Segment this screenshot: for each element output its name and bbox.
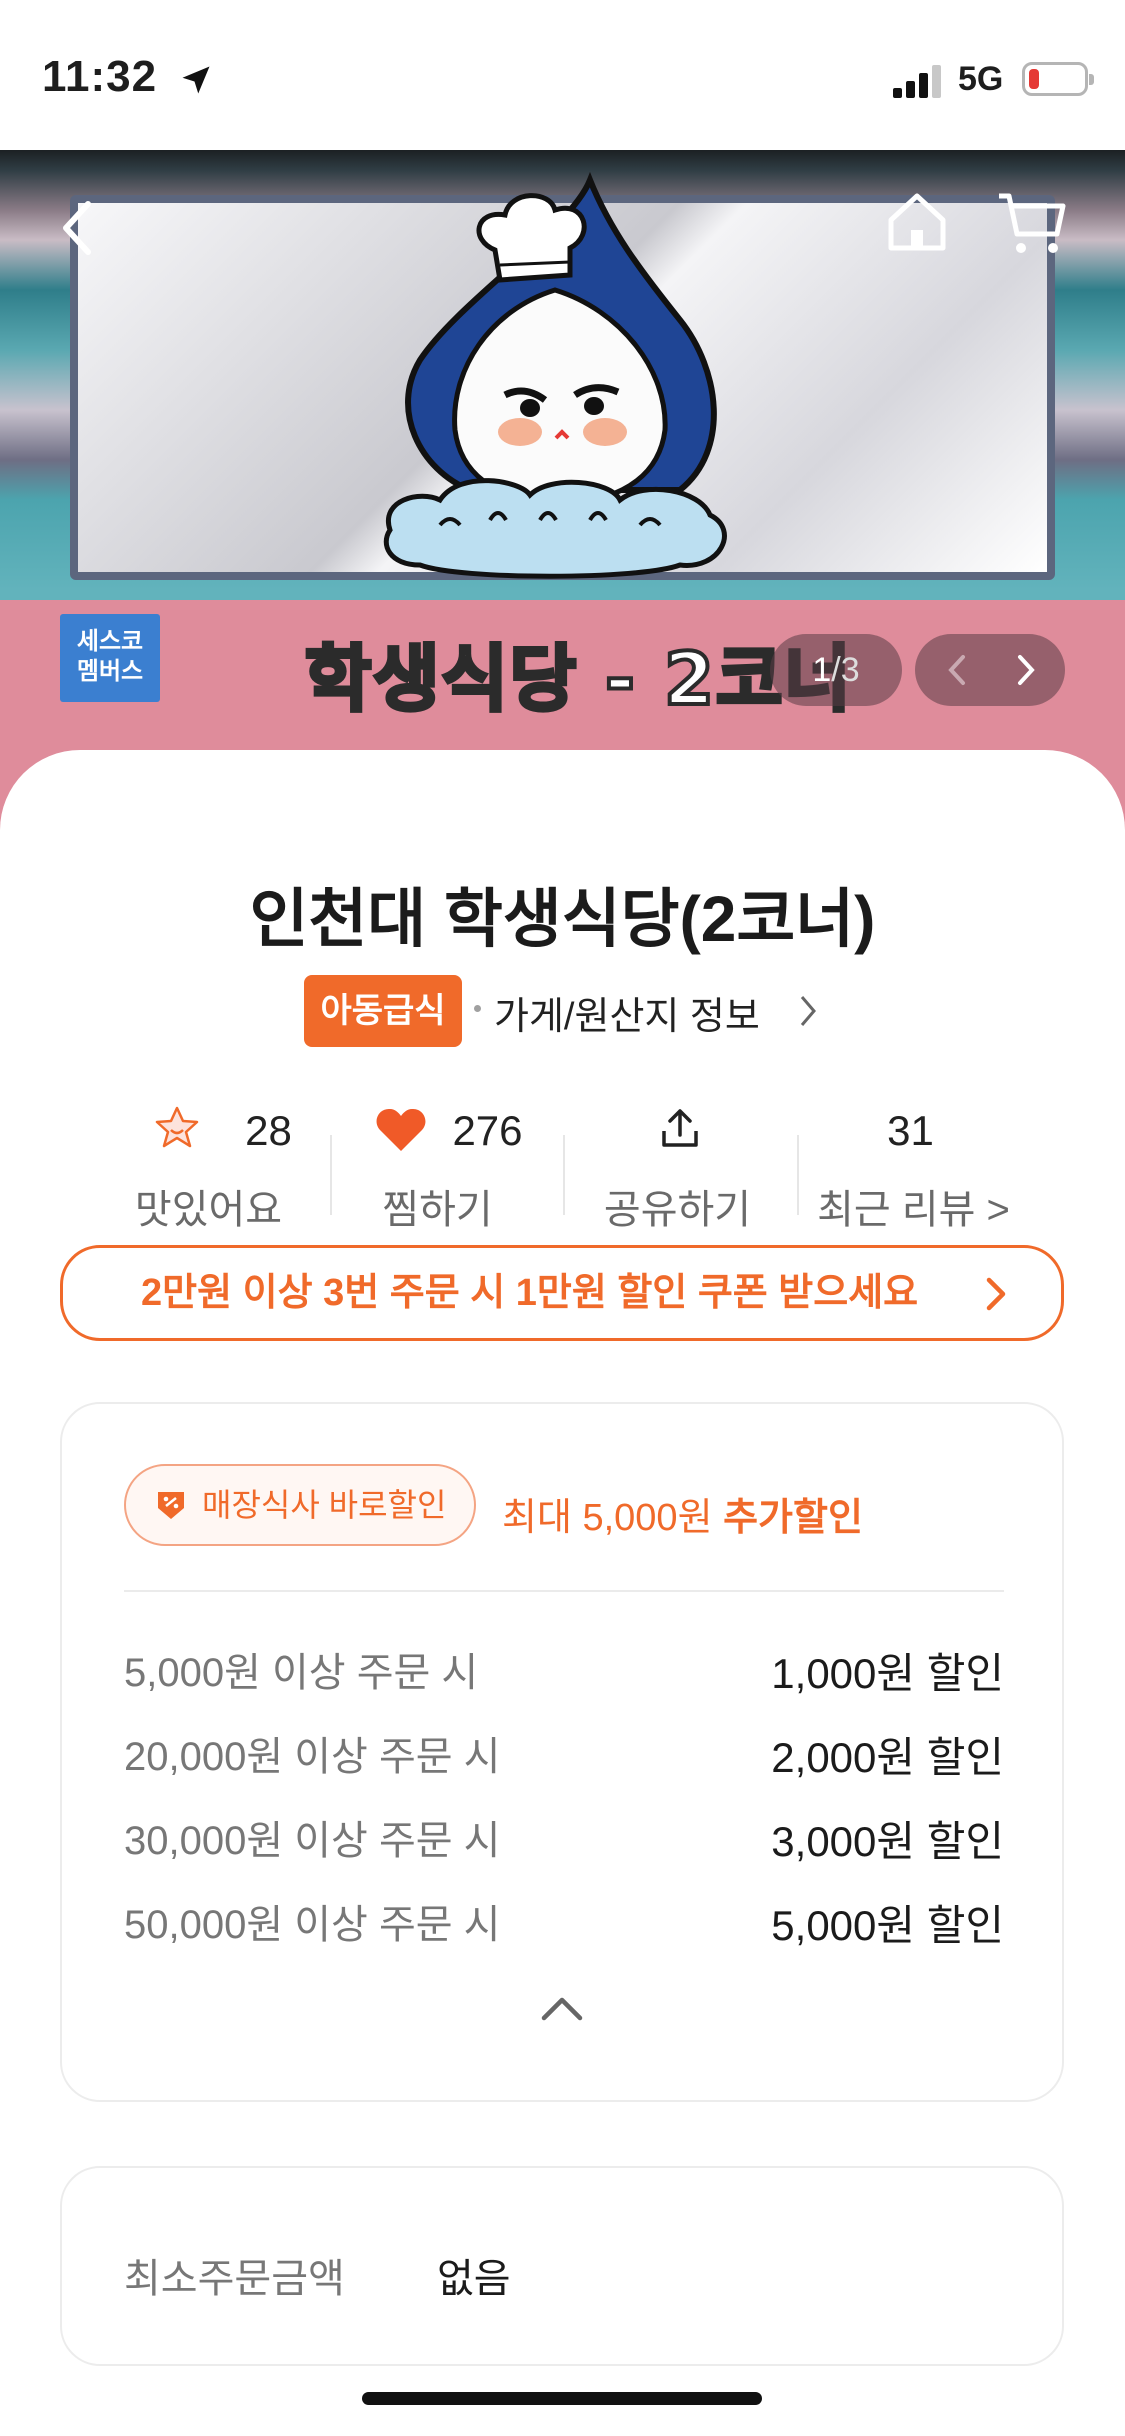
discount-tier: 30,000원 이상 주문 시 3,000원 할인	[124, 1808, 1004, 1868]
stat-favorite[interactable]: 276 찜하기	[330, 1095, 565, 1235]
favorite-label: 찜하기	[382, 1188, 493, 1232]
dot-separator	[474, 1005, 481, 1012]
stat-tasty[interactable]: 28 맛있어요	[96, 1095, 331, 1235]
tasty-label: 맛있어요	[134, 1188, 283, 1232]
tier-amount: 1,000원 할인	[771, 1650, 1004, 1697]
store-detail-sheet: 인천대 학생식당(2코너) 아동급식 가게/원산지 정보 28 맛있어요 276…	[0, 750, 1125, 2436]
prev-icon[interactable]	[943, 652, 973, 688]
tier-amount: 5,000원 할인	[771, 1902, 1004, 1949]
next-icon[interactable]	[1010, 652, 1040, 688]
max-discount-prefix: 최대 5,000원	[502, 1497, 724, 1539]
dine-in-discount-tag: 매장식사 바로할인	[124, 1464, 476, 1546]
image-pager: 1/3	[770, 634, 902, 706]
review-label: 최근 리뷰 >	[817, 1188, 1010, 1232]
home-indicator[interactable]	[362, 2392, 762, 2405]
discount-tier: 50,000원 이상 주문 시 5,000원 할인	[124, 1892, 1004, 1952]
pager-total: /3	[831, 651, 860, 689]
coupon-banner-text: 2만원 이상 3번 주문 시 1만원 할인 쿠폰 받으세요	[141, 1272, 919, 1314]
status-bar: 11:32 5G	[0, 0, 1125, 150]
min-order-value: 없음	[437, 2257, 511, 2301]
chevron-right-icon[interactable]	[796, 993, 820, 1029]
home-icon[interactable]	[885, 190, 949, 254]
store-info-link[interactable]: 가게/원산지 정보	[494, 985, 760, 1040]
min-order-card: 최소주문금액 없음	[60, 2166, 1064, 2366]
pager-current: 1	[812, 651, 832, 689]
battery-icon	[1022, 62, 1094, 96]
discount-tag-icon	[158, 1492, 184, 1519]
mascot-illustration	[383, 171, 727, 579]
stat-share[interactable]: 공유하기	[563, 1095, 798, 1235]
discount-tier: 5,000원 이상 주문 시 1,000원 할인	[124, 1640, 1004, 1700]
divider	[124, 1590, 1004, 1592]
share-label: 공유하기	[603, 1188, 752, 1232]
coupon-banner[interactable]: 2만원 이상 3번 주문 시 1만원 할인 쿠폰 받으세요	[60, 1245, 1064, 1341]
back-icon[interactable]	[58, 198, 98, 258]
sesco-badge-text: 세스코 멤버스	[76, 628, 144, 685]
sesco-members-badge: 세스코 멤버스	[60, 614, 160, 702]
dine-in-discount-card: 매장식사 바로할인 최대 5,000원 추가할인 5,000원 이상 주문 시 …	[60, 1402, 1064, 2102]
store-title: 인천대 학생식당(2코너)	[249, 883, 876, 955]
max-discount-text: 최대 5,000원 추가할인	[502, 1486, 863, 1541]
cart-icon[interactable]	[995, 190, 1067, 258]
tier-condition: 5,000원 이상 주문 시	[124, 1651, 479, 1695]
image-nav	[915, 634, 1065, 706]
location-arrow-icon	[182, 66, 210, 94]
min-order-label: 최소주문금액	[124, 2257, 345, 2301]
kids-meal-tag: 아동급식	[304, 975, 462, 1047]
review-count: 31	[887, 1107, 934, 1154]
max-discount-suffix: 추가할인	[723, 1497, 863, 1539]
network-type: 5G	[958, 60, 1004, 98]
dine-in-tag-text: 매장식사 바로할인	[202, 1487, 447, 1523]
stat-recent-reviews[interactable]: 31 최근 리뷰 >	[797, 1095, 1032, 1235]
hero-banner[interactable]: 학생식당 - 2코너 세스코 멤버스 1/3	[0, 150, 1125, 830]
tier-condition: 30,000원 이상 주문 시	[124, 1819, 501, 1863]
chevron-right-icon	[986, 1277, 1006, 1311]
store-stats: 28 맛있어요 276 찜하기 공유하기 31 최근 리뷰 >	[0, 1095, 1125, 1235]
signal-icon	[893, 64, 943, 98]
status-time: 11:32	[42, 52, 158, 101]
chevron-up-icon[interactable]	[540, 1994, 584, 2022]
tier-condition: 20,000원 이상 주문 시	[124, 1735, 501, 1779]
tier-amount: 2,000원 할인	[771, 1734, 1004, 1781]
tier-condition: 50,000원 이상 주문 시	[124, 1903, 501, 1947]
tier-amount: 3,000원 할인	[771, 1818, 1004, 1865]
share-icon	[662, 1109, 698, 1147]
discount-tier: 20,000원 이상 주문 시 2,000원 할인	[124, 1724, 1004, 1784]
